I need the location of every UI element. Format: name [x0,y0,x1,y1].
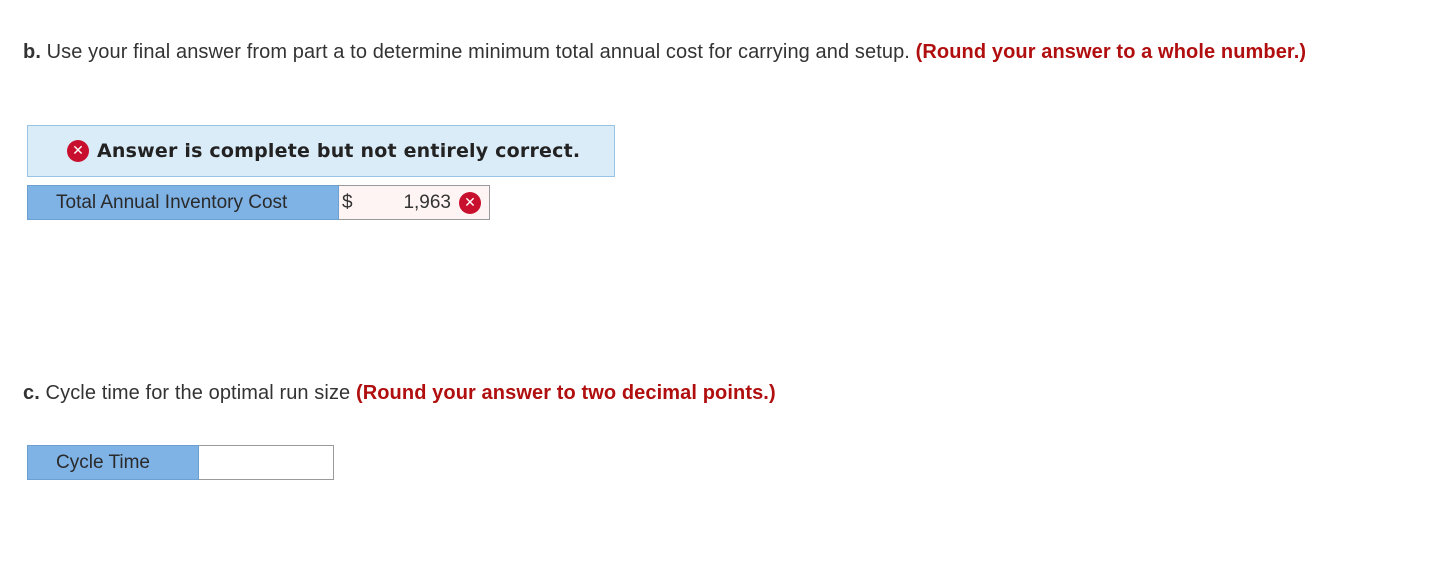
cycle-time-input[interactable] [199,446,333,479]
answer-row-total-annual-cost: Total Annual Inventory Cost $ 1,963 ✕ [27,185,490,220]
part-c-letter: c. [23,382,40,404]
part-c-rounding-hint: (Round your answer to two decimal points… [355,382,776,404]
answer-row-cycle-time: Cycle Time [27,445,334,480]
feedback-message: Answer is complete but not entirely corr… [97,140,581,162]
part-b-letter: b. [23,41,41,63]
question-part-c: c. Cycle time for the optimal run size (… [23,380,1418,407]
part-b-rounding-hint: (Round your answer to a whole number.) [915,41,1307,63]
total-annual-cost-field[interactable]: $ 1,963 ✕ [339,185,490,220]
part-b-prompt: Use your final answer from part a to det… [40,41,916,63]
cycle-time-label: Cycle Time [27,445,199,480]
x-circle-icon: ✕ [67,140,89,162]
currency-symbol: $ [342,192,353,213]
total-annual-cost-label: Total Annual Inventory Cost [27,185,339,220]
part-c-prompt: Cycle time for the optimal run size [39,382,356,404]
cycle-time-field[interactable] [199,445,334,480]
feedback-banner: ✕ Answer is complete but not entirely co… [27,125,615,177]
total-annual-cost-value: 1,963 [403,192,451,213]
question-part-b: b. Use your final answer from part a to … [23,39,1418,66]
incorrect-x-icon: ✕ [459,192,481,214]
